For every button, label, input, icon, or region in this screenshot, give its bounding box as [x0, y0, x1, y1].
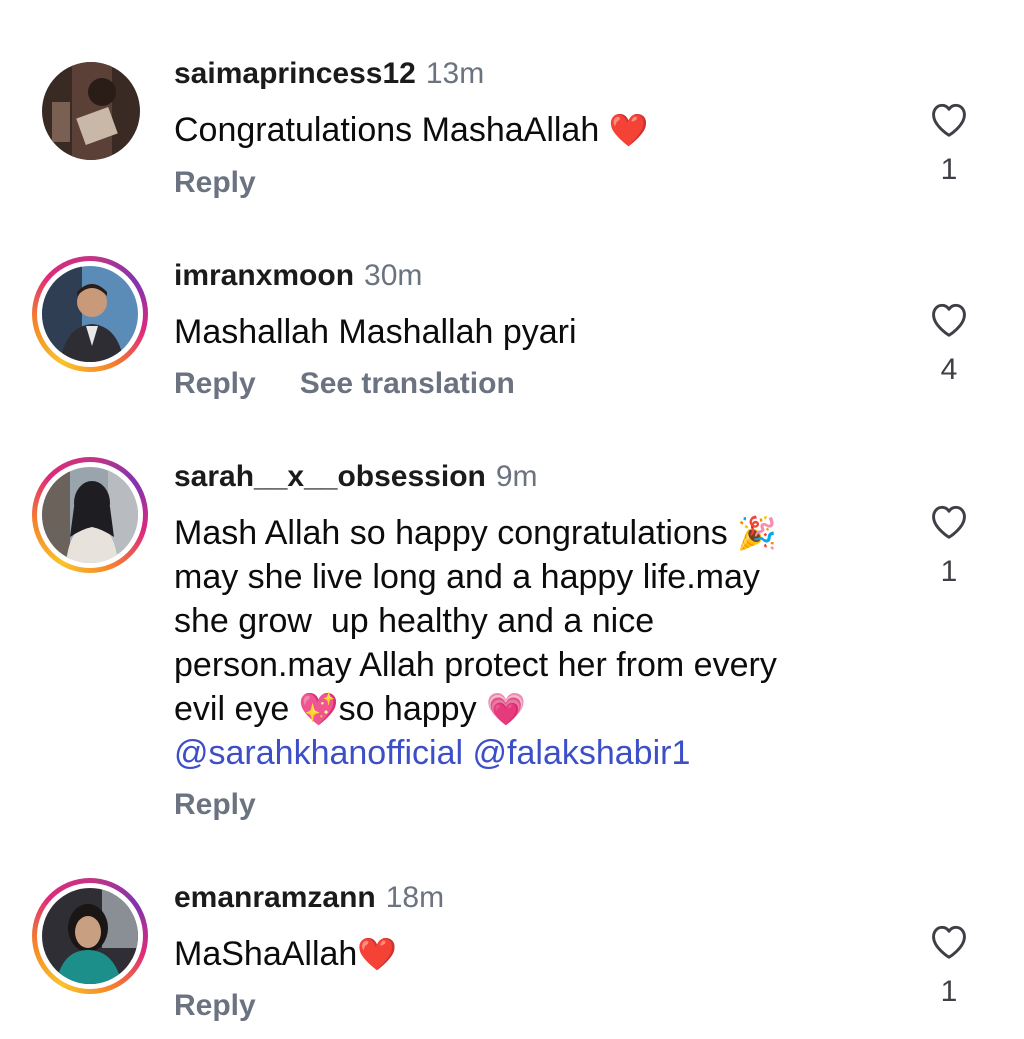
- comment-text: MaShaAllah❤️: [174, 932, 894, 976]
- party-popper-emoji: 🎉: [737, 514, 778, 552]
- sparkling-heart-emoji: 💖: [298, 690, 339, 728]
- avatar[interactable]: [32, 256, 148, 372]
- comment-actions: Reply See translation: [174, 366, 515, 402]
- reply-button[interactable]: Reply: [174, 367, 256, 400]
- like-control: 1: [926, 98, 972, 188]
- comment-text-body: MaShaAllah: [174, 935, 358, 973]
- comment-text-line: she grow up healthy and a nice: [174, 602, 655, 640]
- comment-actions: Reply: [174, 988, 256, 1024]
- comment-text-segment: evil eye: [174, 690, 290, 728]
- like-count: 1: [940, 555, 958, 588]
- mention-link[interactable]: @sarahkhanofficial: [174, 734, 463, 772]
- username[interactable]: saimaprincess12: [174, 57, 416, 90]
- heart-outline-icon[interactable]: [927, 500, 971, 540]
- like-control: 4: [926, 298, 972, 388]
- red-heart-emoji: ❤️: [608, 111, 649, 149]
- comment-mentions: @sarahkhanofficial @falakshabir1: [174, 731, 894, 775]
- comment-text: Mashallah Mashallah pyari: [174, 310, 894, 354]
- avatar[interactable]: [32, 878, 148, 994]
- comment-text-body: Congratulations MashaAllah: [174, 111, 600, 149]
- like-control: 1: [926, 500, 972, 590]
- comment-text-line: evil eye 💖so happy 💗: [174, 687, 894, 731]
- beating-heart-emoji: 💗: [486, 690, 526, 728]
- reply-button[interactable]: Reply: [174, 989, 256, 1022]
- heart-outline-icon[interactable]: [927, 298, 971, 338]
- comment-actions: Reply: [174, 165, 256, 201]
- reply-button[interactable]: Reply: [174, 788, 256, 821]
- timestamp: 18m: [385, 881, 445, 914]
- comment-text-line: person.may Allah protect her from every: [174, 646, 777, 684]
- comment-text: Congratulations MashaAllah ❤️: [174, 108, 894, 152]
- comment-text-body: Mashallah Mashallah pyari: [174, 313, 577, 351]
- comment-text: Mash Allah so happy congratulations 🎉 ma…: [174, 511, 894, 775]
- red-heart-emoji: ❤️: [357, 935, 398, 973]
- username[interactable]: imranxmoon: [174, 259, 354, 292]
- avatar-image: [42, 62, 140, 160]
- like-control: 1: [926, 920, 972, 1010]
- timestamp: 30m: [364, 259, 423, 292]
- comment-text-segment: Mash Allah so happy congratulations: [174, 514, 728, 552]
- comment-header: saimaprincess12 13m: [174, 56, 484, 92]
- see-translation-button[interactable]: See translation: [300, 367, 515, 400]
- like-count: 1: [940, 975, 958, 1008]
- comment-actions: Reply: [174, 787, 256, 823]
- like-count: 4: [940, 353, 958, 386]
- like-count: 1: [940, 153, 958, 186]
- avatar-image: [42, 888, 138, 984]
- comment-header: imranxmoon 30m: [174, 258, 422, 294]
- avatar-image: [42, 467, 138, 563]
- avatar-image: [42, 266, 138, 362]
- comment-text-segment: so happy: [338, 690, 477, 728]
- comment-text-line: Mash Allah so happy congratulations 🎉: [174, 511, 894, 555]
- heart-outline-icon[interactable]: [927, 98, 971, 138]
- mention-link[interactable]: @falakshabir1: [473, 734, 691, 772]
- timestamp: 13m: [425, 57, 485, 90]
- heart-outline-icon[interactable]: [927, 920, 971, 960]
- comment-header: sarah__x__obsession 9m: [174, 459, 538, 495]
- avatar[interactable]: [42, 62, 140, 160]
- reply-button[interactable]: Reply: [174, 166, 256, 199]
- comment-text-line: may she live long and a happy life.may: [174, 558, 760, 596]
- username[interactable]: sarah__x__obsession: [174, 460, 486, 493]
- timestamp: 9m: [495, 460, 538, 493]
- avatar[interactable]: [32, 457, 148, 573]
- comment-header: emanramzann 18m: [174, 880, 444, 916]
- username[interactable]: emanramzann: [174, 881, 376, 914]
